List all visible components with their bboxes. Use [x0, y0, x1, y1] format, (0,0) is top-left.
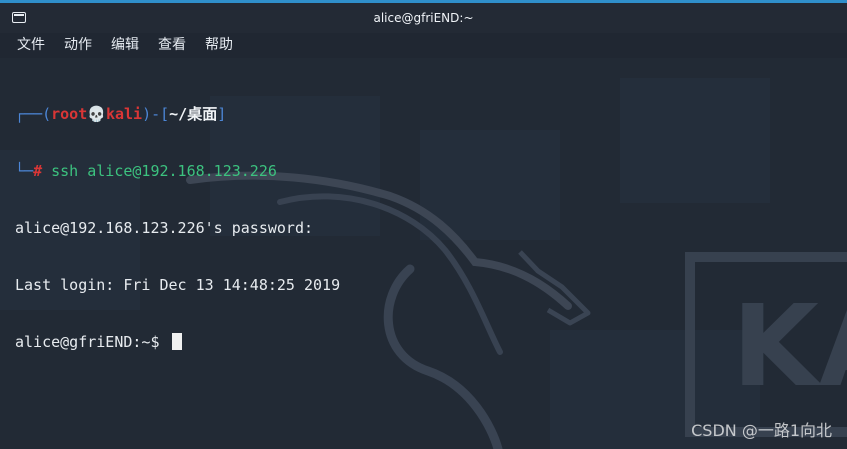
- window-title: alice@gfriEND:~: [373, 11, 474, 25]
- menu-view[interactable]: 查看: [158, 33, 186, 58]
- menu-bar: 文件 动作 编辑 查看 帮助: [0, 33, 847, 58]
- prompt-path: ~/桌面: [169, 105, 218, 123]
- current-prompt-line[interactable]: alice@gfriEND:~$: [15, 333, 835, 352]
- menu-file[interactable]: 文件: [17, 33, 45, 58]
- watermark: CSDN @一路1向北: [691, 421, 832, 440]
- prompt-suffix: ]: [217, 105, 227, 123]
- terminal-output[interactable]: ┌──(root💀kali)-[~/桌面] └─# ssh alice@192.…: [15, 67, 835, 390]
- last-login-output: Last login: Fri Dec 13 14:48:25 2019: [15, 276, 341, 294]
- skull-icon: 💀: [87, 105, 106, 123]
- terminal-window: KA alice@gfriEND:~ 文件 动作 编辑 查看 帮助 ┌──(ro…: [0, 0, 847, 449]
- root-hash: #: [33, 162, 43, 180]
- prompt-user: root: [51, 105, 88, 123]
- prompt-host: kali: [105, 105, 143, 123]
- menu-help[interactable]: 帮助: [205, 33, 233, 58]
- text-cursor[interactable]: [171, 333, 182, 350]
- menu-edit[interactable]: 编辑: [111, 33, 139, 58]
- prompt-line: ┌──(root💀kali)-[~/桌面]: [15, 105, 835, 124]
- menu-action[interactable]: 动作: [64, 33, 92, 58]
- prompt-middle: )-[: [142, 105, 170, 123]
- title-bar: alice@gfriEND:~: [0, 0, 847, 33]
- ssh-command: ssh alice@192.168.123.226: [42, 162, 277, 180]
- command-line: └─# ssh alice@192.168.123.226: [15, 162, 835, 181]
- current-prompt: alice@gfriEND:~$: [15, 333, 169, 351]
- password-output: alice@192.168.123.226's password:: [15, 219, 314, 237]
- second-prompt-prefix: └─: [15, 162, 34, 180]
- prompt-prefix: ┌──(: [15, 105, 52, 123]
